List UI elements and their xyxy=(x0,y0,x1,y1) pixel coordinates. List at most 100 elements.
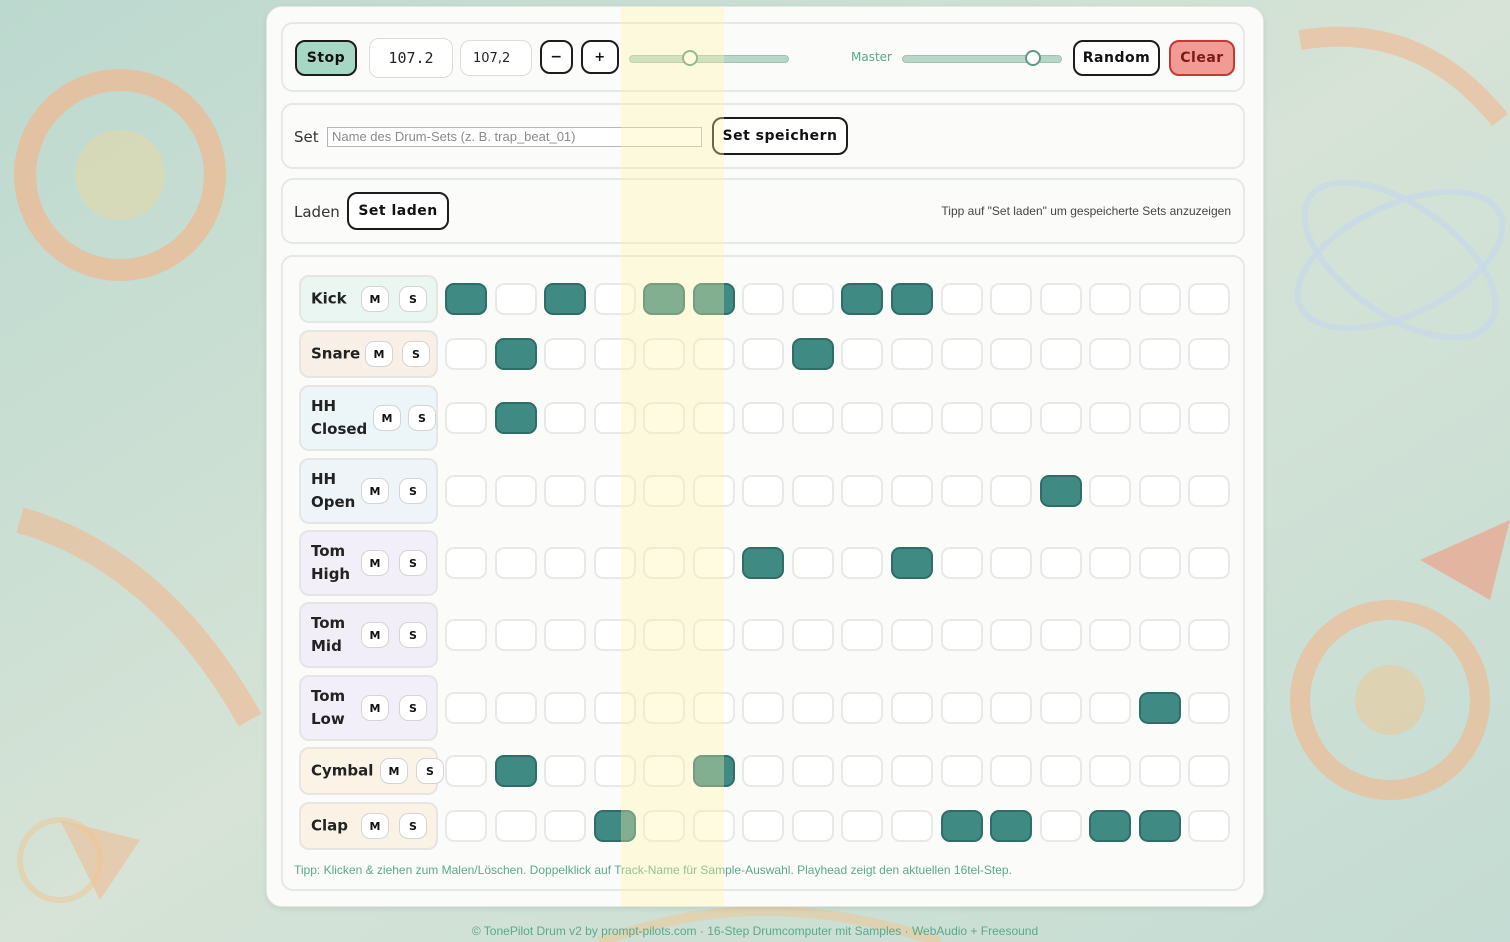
track-label[interactable]: Kick M S xyxy=(299,275,438,323)
step-cell[interactable] xyxy=(1139,755,1181,787)
solo-button[interactable]: S xyxy=(402,341,430,367)
step-cell[interactable] xyxy=(693,547,735,579)
step-cell[interactable] xyxy=(990,810,1032,842)
step-cell[interactable] xyxy=(1139,547,1181,579)
step-cell[interactable] xyxy=(1139,810,1181,842)
set-name-input[interactable]: Name des Drum-Sets (z. B. trap_beat_01) xyxy=(327,127,702,147)
step-cell[interactable] xyxy=(990,755,1032,787)
step-cell[interactable] xyxy=(742,619,784,651)
master-slider-thumb[interactable] xyxy=(1025,50,1042,66)
step-cell[interactable] xyxy=(544,692,586,724)
step-cell[interactable] xyxy=(941,755,983,787)
step-cell[interactable] xyxy=(1040,283,1082,315)
step-cell[interactable] xyxy=(990,619,1032,651)
step-cell[interactable] xyxy=(544,755,586,787)
step-cell[interactable] xyxy=(742,755,784,787)
step-cell[interactable] xyxy=(990,338,1032,370)
step-cell[interactable] xyxy=(1089,475,1131,507)
step-cell[interactable] xyxy=(990,547,1032,579)
step-cell[interactable] xyxy=(891,338,933,370)
step-cell[interactable] xyxy=(693,475,735,507)
step-cell[interactable] xyxy=(1139,619,1181,651)
track-label[interactable]: Tom High M S xyxy=(299,530,438,596)
step-cell[interactable] xyxy=(1040,475,1082,507)
step-cell[interactable] xyxy=(495,283,537,315)
step-cell[interactable] xyxy=(445,402,487,434)
track-label[interactable]: HH Closed M S xyxy=(299,385,438,451)
step-cell[interactable] xyxy=(693,402,735,434)
step-cell[interactable] xyxy=(445,547,487,579)
step-cell[interactable] xyxy=(1188,283,1230,315)
step-cell[interactable] xyxy=(1139,475,1181,507)
solo-button[interactable]: S xyxy=(399,478,427,504)
step-cell[interactable] xyxy=(792,692,834,724)
track-label[interactable]: Tom Low M S xyxy=(299,675,438,741)
track-label[interactable]: Cymbal M S xyxy=(299,747,444,795)
step-cell[interactable] xyxy=(941,338,983,370)
step-cell[interactable] xyxy=(1040,402,1082,434)
step-cell[interactable] xyxy=(594,475,636,507)
step-cell[interactable] xyxy=(1040,547,1082,579)
tempo-slider-thumb[interactable] xyxy=(681,50,698,66)
mute-button[interactable]: M xyxy=(380,758,408,784)
step-cell[interactable] xyxy=(544,338,586,370)
step-cell[interactable] xyxy=(941,619,983,651)
step-cell[interactable] xyxy=(643,338,685,370)
step-cell[interactable] xyxy=(1089,283,1131,315)
tempo-slider[interactable] xyxy=(629,50,789,66)
step-cell[interactable] xyxy=(841,283,883,315)
step-cell[interactable] xyxy=(1040,619,1082,651)
stop-button[interactable]: Stop xyxy=(295,40,357,76)
step-cell[interactable] xyxy=(792,755,834,787)
step-cell[interactable] xyxy=(891,547,933,579)
mute-button[interactable]: M xyxy=(361,478,389,504)
step-cell[interactable] xyxy=(891,810,933,842)
step-cell[interactable] xyxy=(693,810,735,842)
step-cell[interactable] xyxy=(841,692,883,724)
step-cell[interactable] xyxy=(495,475,537,507)
step-cell[interactable] xyxy=(643,283,685,315)
step-cell[interactable] xyxy=(792,402,834,434)
step-cell[interactable] xyxy=(643,755,685,787)
step-cell[interactable] xyxy=(693,338,735,370)
step-cell[interactable] xyxy=(941,283,983,315)
master-volume-slider[interactable] xyxy=(902,50,1062,66)
step-cell[interactable] xyxy=(594,692,636,724)
solo-button[interactable]: S xyxy=(399,813,427,839)
step-cell[interactable] xyxy=(1139,402,1181,434)
step-cell[interactable] xyxy=(841,338,883,370)
step-cell[interactable] xyxy=(841,619,883,651)
random-button[interactable]: Random xyxy=(1073,40,1160,76)
step-cell[interactable] xyxy=(941,402,983,434)
step-cell[interactable] xyxy=(643,692,685,724)
step-cell[interactable] xyxy=(594,810,636,842)
step-cell[interactable] xyxy=(792,810,834,842)
step-cell[interactable] xyxy=(1089,810,1131,842)
mute-button[interactable]: M xyxy=(365,341,393,367)
step-cell[interactable] xyxy=(841,755,883,787)
bpm-decrease-button[interactable]: − xyxy=(540,40,573,74)
step-cell[interactable] xyxy=(1089,338,1131,370)
step-cell[interactable] xyxy=(1089,547,1131,579)
mute-button[interactable]: M xyxy=(361,622,389,648)
step-cell[interactable] xyxy=(594,338,636,370)
solo-button[interactable]: S xyxy=(399,695,427,721)
load-set-button[interactable]: Set laden xyxy=(347,192,449,230)
track-label[interactable]: Snare M S xyxy=(299,330,438,378)
step-cell[interactable] xyxy=(594,402,636,434)
step-cell[interactable] xyxy=(792,338,834,370)
step-cell[interactable] xyxy=(495,619,537,651)
step-cell[interactable] xyxy=(941,475,983,507)
step-cell[interactable] xyxy=(841,402,883,434)
save-set-button[interactable]: Set speichern xyxy=(712,117,848,155)
step-cell[interactable] xyxy=(742,283,784,315)
step-cell[interactable] xyxy=(445,475,487,507)
step-cell[interactable] xyxy=(643,402,685,434)
step-cell[interactable] xyxy=(1089,692,1131,724)
step-cell[interactable] xyxy=(742,338,784,370)
mute-button[interactable]: M xyxy=(361,695,389,721)
solo-button[interactable]: S xyxy=(416,758,444,784)
step-cell[interactable] xyxy=(445,810,487,842)
step-cell[interactable] xyxy=(990,692,1032,724)
bpm-input[interactable]: 107,2 xyxy=(460,40,532,76)
